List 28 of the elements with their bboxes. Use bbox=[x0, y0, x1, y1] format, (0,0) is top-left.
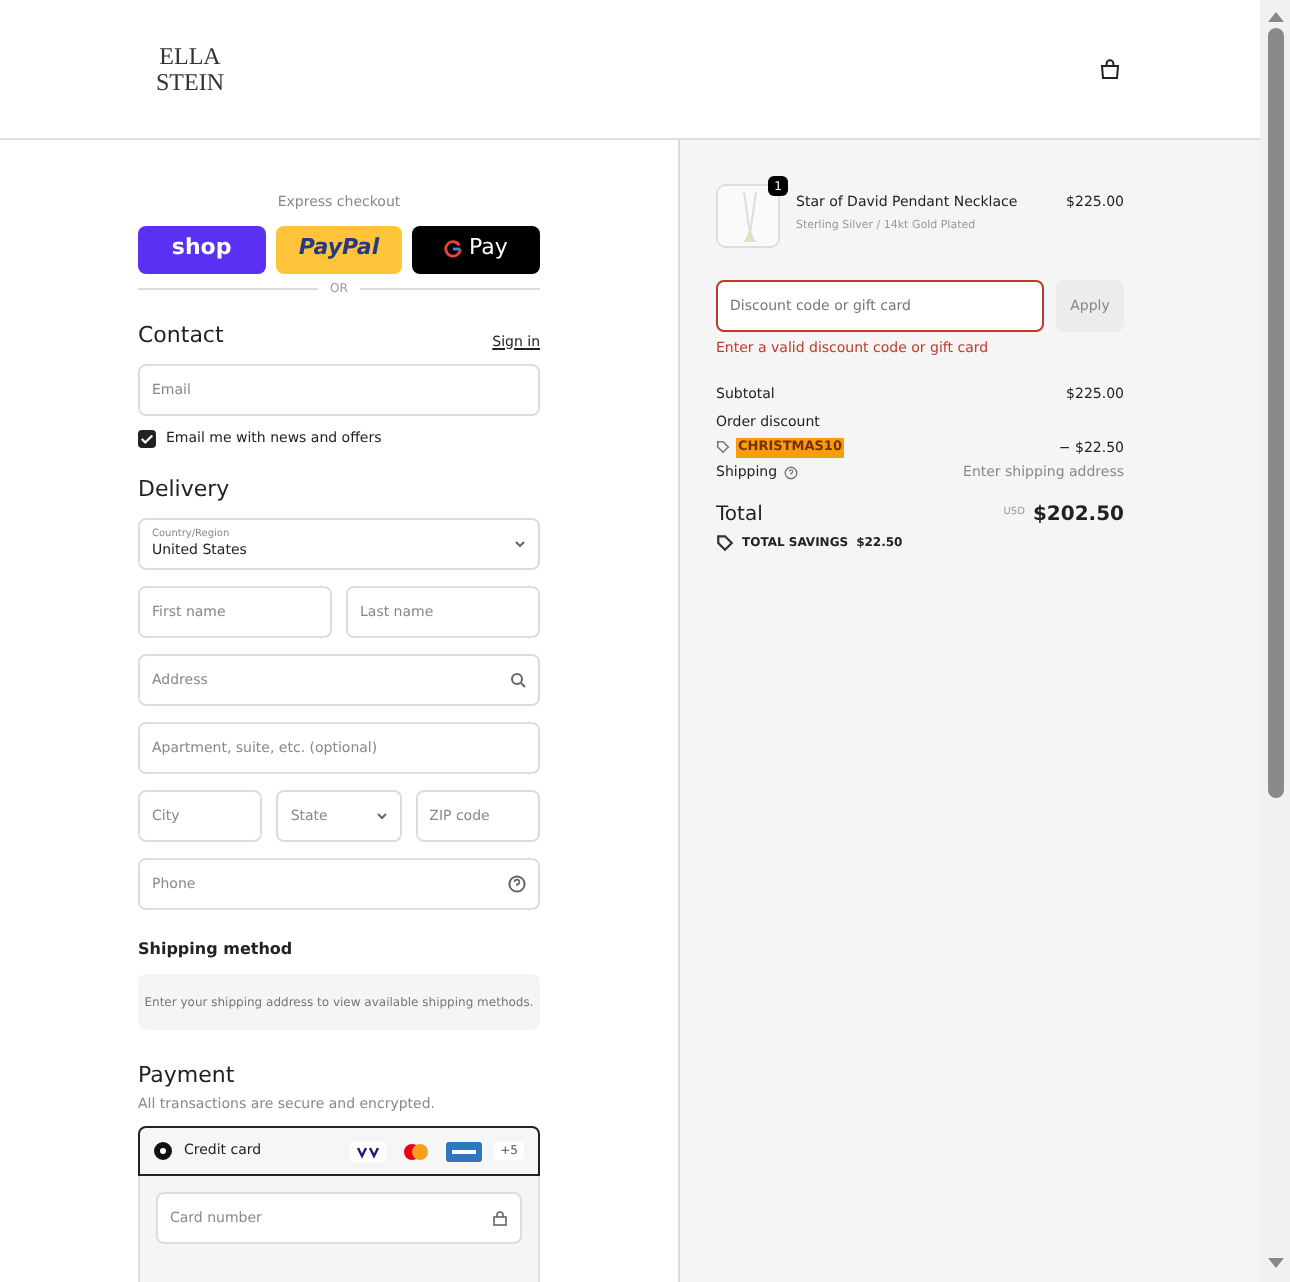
paypal-button[interactable]: PayPal bbox=[275, 225, 403, 273]
google-icon bbox=[444, 240, 463, 258]
section-title: Contact bbox=[138, 319, 224, 351]
scroll-up-icon[interactable] bbox=[1267, 10, 1283, 22]
section-title: Shipping method bbox=[138, 938, 295, 962]
logo[interactable]: ELLA STEIN bbox=[156, 43, 224, 95]
scrollbar-thumb[interactable] bbox=[1267, 28, 1283, 798]
scroll-down-icon[interactable] bbox=[1267, 1258, 1283, 1270]
gpay-button[interactable]: Pay bbox=[412, 225, 541, 273]
caret-icon bbox=[375, 812, 388, 820]
tag-icon bbox=[716, 533, 734, 551]
lock-icon bbox=[492, 1210, 508, 1226]
radio-button[interactable] bbox=[154, 1142, 172, 1160]
shop-button[interactable]: shop bbox=[138, 225, 266, 273]
total-label: Total bbox=[716, 501, 763, 529]
search-icon bbox=[510, 672, 526, 688]
section-title: Delivery bbox=[138, 473, 232, 505]
total-value: $202.50 bbox=[1032, 501, 1124, 529]
checkbox[interactable] bbox=[138, 429, 156, 448]
card-icon bbox=[350, 1141, 387, 1161]
scrollbar[interactable] bbox=[1260, 0, 1290, 1282]
help-icon bbox=[783, 465, 798, 480]
help-icon bbox=[508, 875, 526, 893]
section-title: Payment bbox=[138, 1060, 237, 1092]
card-icon bbox=[446, 1141, 483, 1161]
caret-icon bbox=[514, 540, 526, 548]
bag-icon[interactable] bbox=[1100, 58, 1120, 80]
tag-icon bbox=[716, 440, 730, 455]
